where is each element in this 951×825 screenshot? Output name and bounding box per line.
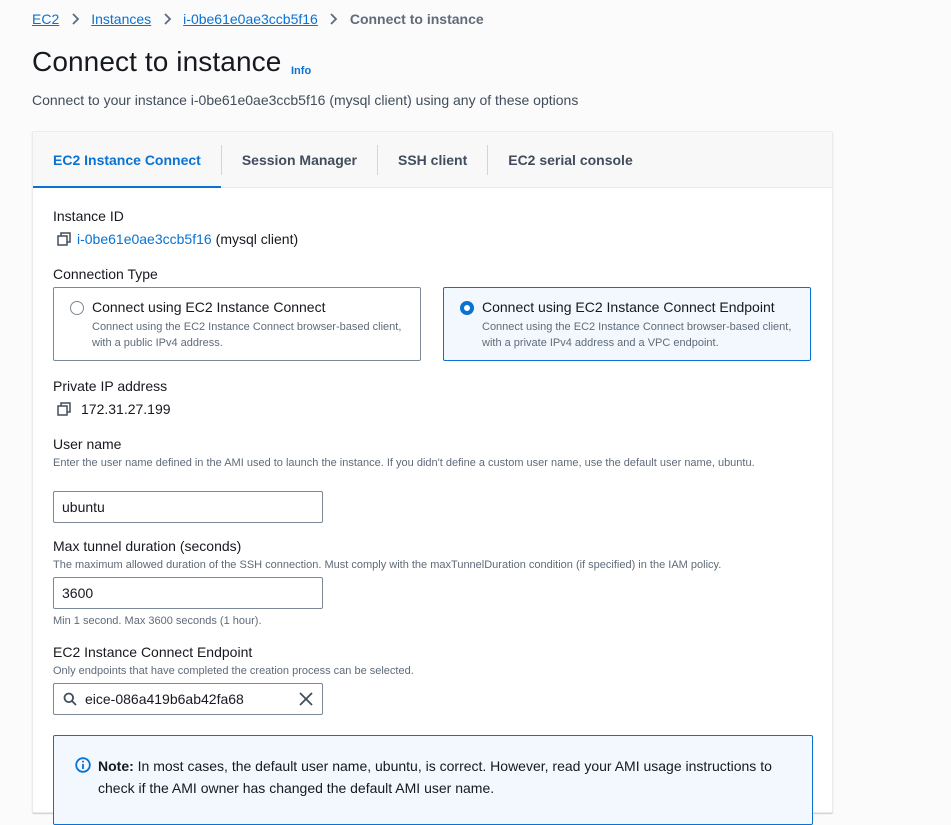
- endpoint-description: Only endpoints that have completed the c…: [53, 665, 414, 677]
- user-name-input[interactable]: [53, 491, 323, 523]
- copy-icon[interactable]: [57, 402, 71, 416]
- tab-session-manager[interactable]: Session Manager: [222, 132, 377, 187]
- user-name-label: User name: [53, 436, 122, 452]
- user-name-description: Enter the user name defined in the AMI u…: [53, 457, 755, 469]
- tab-bar: EC2 Instance Connect Session Manager SSH…: [33, 132, 832, 188]
- tunnel-duration-label: Max tunnel duration (seconds): [53, 538, 242, 554]
- info-link[interactable]: Info: [291, 65, 311, 77]
- option-description: Connect using the EC2 Instance Connect b…: [482, 321, 792, 349]
- alert-message: Note: In most cases, the default user na…: [98, 755, 798, 799]
- breadcrumb-instances-link[interactable]: Instances: [91, 11, 151, 27]
- instance-id-label: Instance ID: [53, 208, 124, 224]
- page-subtitle: Connect to your instance i-0be61e0ae3ccb…: [32, 92, 579, 108]
- option-description: Connect using the EC2 Instance Connect b…: [92, 321, 402, 349]
- endpoint-select[interactable]: eice-086a419b6ab42fa68: [53, 683, 323, 715]
- chevron-right-icon: [65, 13, 85, 25]
- instance-id-link[interactable]: i-0be61e0ae3ccb5f16: [77, 231, 212, 247]
- breadcrumb-ec2-link[interactable]: EC2: [32, 11, 59, 27]
- tunnel-duration-input[interactable]: [53, 577, 323, 609]
- breadcrumb-instance-link[interactable]: i-0be61e0ae3ccb5f16: [183, 11, 318, 27]
- breadcrumb: EC2 Instances i-0be61e0ae3ccb5f16 Connec…: [32, 9, 484, 29]
- connection-option-endpoint[interactable]: Connect using EC2 Instance Connect Endpo…: [443, 287, 811, 361]
- note-prefix: Note:: [98, 758, 134, 774]
- private-ip-value: 172.31.27.199: [81, 401, 171, 417]
- private-ip-label: Private IP address: [53, 378, 168, 394]
- tunnel-duration-hint: Min 1 second. Max 3600 seconds (1 hour).: [53, 615, 262, 627]
- option-title: Connect using EC2 Instance Connect Endpo…: [482, 299, 775, 315]
- copy-icon[interactable]: [57, 232, 71, 246]
- breadcrumb-current: Connect to instance: [349, 11, 484, 27]
- instance-id-row: i-0be61e0ae3ccb5f16 (mysql client): [57, 231, 298, 247]
- search-icon: [63, 692, 77, 706]
- radio-button-selected[interactable]: [460, 301, 474, 315]
- chevron-right-icon: [157, 13, 177, 25]
- connection-option-public[interactable]: Connect using EC2 Instance Connect Conne…: [53, 287, 421, 361]
- private-ip-row: 172.31.27.199: [57, 401, 171, 417]
- connect-panel: EC2 Instance Connect Session Manager SSH…: [32, 131, 833, 825]
- chevron-right-icon: [324, 13, 344, 25]
- close-icon[interactable]: [298, 691, 314, 707]
- connection-type-label: Connection Type: [53, 266, 158, 282]
- tab-ssh-client[interactable]: SSH client: [378, 132, 487, 187]
- tab-ec2-instance-connect[interactable]: EC2 Instance Connect: [33, 132, 221, 188]
- endpoint-label: EC2 Instance Connect Endpoint: [53, 644, 253, 660]
- info-alert: Note: In most cases, the default user na…: [53, 735, 813, 825]
- tab-ec2-serial-console[interactable]: EC2 serial console: [488, 132, 653, 187]
- instance-name: (mysql client): [215, 231, 299, 247]
- endpoint-value: eice-086a419b6ab42fa68: [85, 691, 244, 707]
- page-title: Connect to instance: [32, 46, 282, 77]
- info-icon: [75, 757, 91, 773]
- note-text: In most cases, the default user name, ub…: [98, 758, 772, 796]
- radio-button[interactable]: [70, 301, 84, 315]
- option-title: Connect using EC2 Instance Connect: [92, 299, 326, 315]
- tunnel-duration-description: The maximum allowed duration of the SSH …: [53, 559, 722, 571]
